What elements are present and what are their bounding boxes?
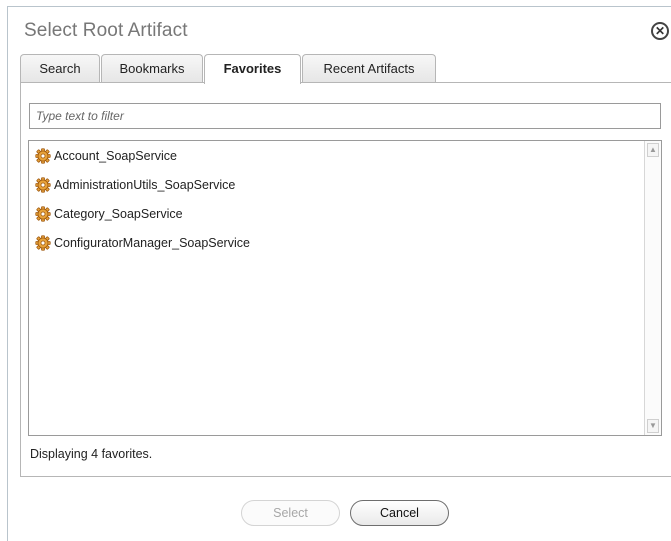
cancel-button[interactable]: Cancel — [350, 500, 449, 526]
list-item[interactable]: ConfiguratorManager_SoapService — [35, 233, 250, 253]
scroll-up-button[interactable]: ▲ — [647, 143, 659, 157]
list-scrollbar[interactable]: ▲ ▼ — [644, 141, 661, 435]
favorites-list[interactable]: Account_SoapService AdministrationUtils_… — [28, 140, 662, 436]
chevron-up-icon: ▲ — [649, 145, 657, 154]
chevron-down-icon: ▼ — [649, 421, 657, 430]
scroll-down-button[interactable]: ▼ — [647, 419, 659, 433]
list-item-label: Category_SoapService — [54, 207, 183, 221]
tab-favorites[interactable]: Favorites — [204, 54, 301, 84]
gear-icon — [35, 148, 51, 164]
gear-icon — [35, 235, 51, 251]
list-item[interactable]: AdministrationUtils_SoapService — [35, 175, 235, 195]
list-item-label: Account_SoapService — [54, 149, 177, 163]
list-item[interactable]: Category_SoapService — [35, 204, 183, 224]
tab-search[interactable]: Search — [20, 54, 100, 82]
gear-icon — [35, 206, 51, 222]
list-item-label: AdministrationUtils_SoapService — [54, 178, 236, 192]
tab-recent-artifacts[interactable]: Recent Artifacts — [302, 54, 436, 82]
tab-bookmarks[interactable]: Bookmarks — [101, 54, 203, 82]
dialog-title: Select Root Artifact — [24, 20, 188, 41]
filter-input[interactable] — [29, 103, 661, 129]
close-icon[interactable]: ✕ — [651, 22, 669, 40]
status-text: Displaying 4 favorites. — [30, 447, 153, 461]
select-button[interactable]: Select — [241, 500, 340, 526]
gear-icon — [35, 177, 51, 193]
list-item[interactable]: Account_SoapService — [35, 146, 177, 166]
list-item-label: ConfiguratorManager_SoapService — [54, 236, 250, 250]
